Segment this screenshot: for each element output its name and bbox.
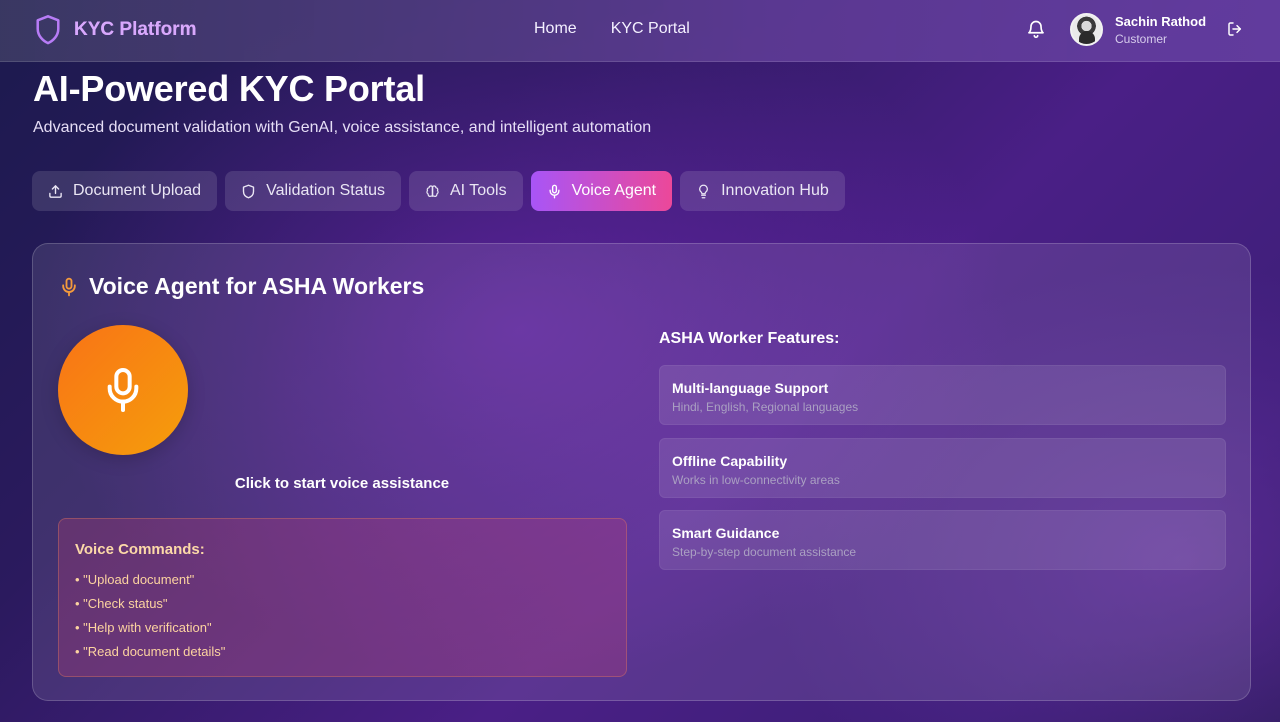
tab-label: Document Upload [73, 182, 202, 199]
shield-icon [242, 184, 255, 198]
bell-icon[interactable] [1026, 19, 1046, 39]
tab-label: Voice Agent [571, 182, 657, 199]
tab-validation-status[interactable]: Validation Status [225, 171, 401, 211]
avatar-silhouette [1079, 31, 1095, 44]
list-item: • "Upload document" [75, 572, 195, 587]
brain-icon [426, 184, 439, 197]
user-info: Sachin Rathod Customer [1115, 14, 1206, 46]
list-item: • "Read document details" [75, 644, 226, 659]
mic-icon [107, 368, 139, 412]
brand-name: KYC Platform [74, 19, 197, 40]
tab-label: Innovation Hub [721, 182, 829, 199]
tab-label: AI Tools [449, 182, 507, 199]
tab-label: Validation Status [266, 182, 385, 199]
features-title: ASHA Worker Features: [659, 330, 840, 347]
list-item: • "Help with verification" [75, 620, 212, 635]
top-navbar: KYC Platform Home KYC Portal Sachin Rath… [0, 0, 1280, 62]
card-title: Voice Agent for ASHA Workers [89, 273, 425, 299]
nav-links: Home KYC Portal [534, 20, 690, 38]
feature-desc: Step-by-step document assistance [672, 545, 857, 559]
voice-commands-list: • "Upload document" • "Check status" • "… [75, 571, 225, 667]
feature-card-multi-language: Multi-language Support Hindi, English, R… [659, 365, 1226, 425]
list-item: • "Check status" [75, 596, 168, 611]
tab-document-upload[interactable]: Document Upload [32, 171, 218, 211]
avatar[interactable] [1070, 13, 1103, 46]
tab-ai-tools[interactable]: AI Tools [408, 171, 523, 211]
feature-card-smart-guidance: Smart Guidance Step-by-step document ass… [659, 510, 1226, 570]
mic-caption: Click to start voice assistance [234, 475, 450, 492]
lightbulb-icon [699, 184, 708, 198]
feature-title: Offline Capability [672, 453, 788, 469]
user-role: Customer [1115, 32, 1168, 46]
tab-voice-agent[interactable]: Voice Agent [530, 171, 673, 211]
page-title: AI-Powered KYC Portal [33, 68, 425, 109]
voice-agent-card: Voice Agent for ASHA Workers Click to st… [32, 243, 1251, 701]
nav-link-home[interactable]: Home [534, 20, 577, 38]
feature-desc: Works in low-connectivity areas [672, 473, 840, 487]
tab-innovation-hub[interactable]: Innovation Hub [680, 171, 845, 211]
feature-title: Smart Guidance [672, 525, 780, 541]
page-subtitle: Advanced document validation with GenAI,… [33, 119, 652, 136]
logout-icon[interactable] [1227, 21, 1243, 37]
upload-icon [49, 184, 62, 198]
nav-link-kyc-portal[interactable]: KYC Portal [611, 20, 690, 38]
feature-card-offline: Offline Capability Works in low-connecti… [659, 438, 1226, 498]
mic-icon [549, 184, 560, 198]
card-header: Voice Agent for ASHA Workers [59, 273, 424, 300]
feature-title: Multi-language Support [672, 380, 829, 396]
feature-desc: Hindi, English, Regional languages [672, 400, 859, 414]
voice-commands-panel: Voice Commands: • "Upload document" • "C… [58, 518, 627, 677]
voice-commands-title: Voice Commands: [75, 541, 205, 558]
mic-icon [62, 277, 76, 296]
brand[interactable]: KYC Platform [34, 14, 196, 46]
shield-icon [36, 15, 60, 45]
user-name: Sachin Rathod [1115, 14, 1207, 29]
start-voice-button[interactable] [58, 325, 188, 455]
tab-bar: Document Upload Validation Status AI Too… [32, 171, 845, 211]
